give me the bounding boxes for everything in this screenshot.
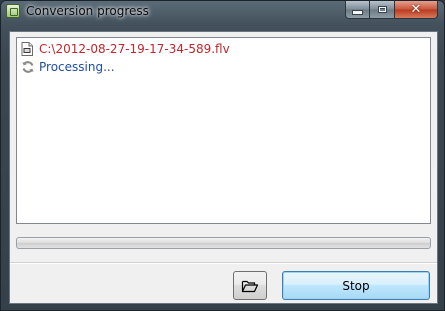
- close-button[interactable]: ✕: [395, 1, 438, 19]
- status-message: Processing...: [39, 60, 115, 74]
- log-entry-file: C:\2012-08-27-19-17-34-589.flv: [21, 41, 230, 57]
- conversion-log[interactable]: C:\2012-08-27-19-17-34-589.flv Processin…: [16, 37, 431, 224]
- maximize-button[interactable]: [370, 1, 395, 19]
- refresh-icon: [22, 61, 34, 73]
- log-entry-status: Processing...: [21, 59, 115, 75]
- minimize-button[interactable]: [345, 1, 370, 19]
- dialog-body: C:\2012-08-27-19-17-34-589.flv Processin…: [9, 31, 438, 304]
- source-file-path: C:\2012-08-27-19-17-34-589.flv: [39, 42, 230, 56]
- button-separator: [10, 262, 437, 264]
- stop-button[interactable]: Stop: [282, 271, 430, 300]
- close-icon: ✕: [410, 1, 422, 17]
- app-icon: [6, 4, 20, 18]
- window-title: Conversion progress: [26, 4, 149, 18]
- open-folder-button[interactable]: [233, 271, 267, 300]
- flv-file-icon: [21, 42, 33, 56]
- conversion-window: Conversion progress ✕ C:\2012-08-27-19-1…: [0, 0, 445, 311]
- title-bar[interactable]: Conversion progress ✕: [1, 1, 444, 23]
- minimize-icon: [352, 10, 363, 15]
- open-folder-icon: [241, 280, 259, 292]
- conversion-progress-bar: [16, 237, 431, 249]
- window-controls: ✕: [345, 1, 438, 19]
- maximize-icon: [377, 6, 387, 13]
- stop-button-label: Stop: [342, 278, 370, 293]
